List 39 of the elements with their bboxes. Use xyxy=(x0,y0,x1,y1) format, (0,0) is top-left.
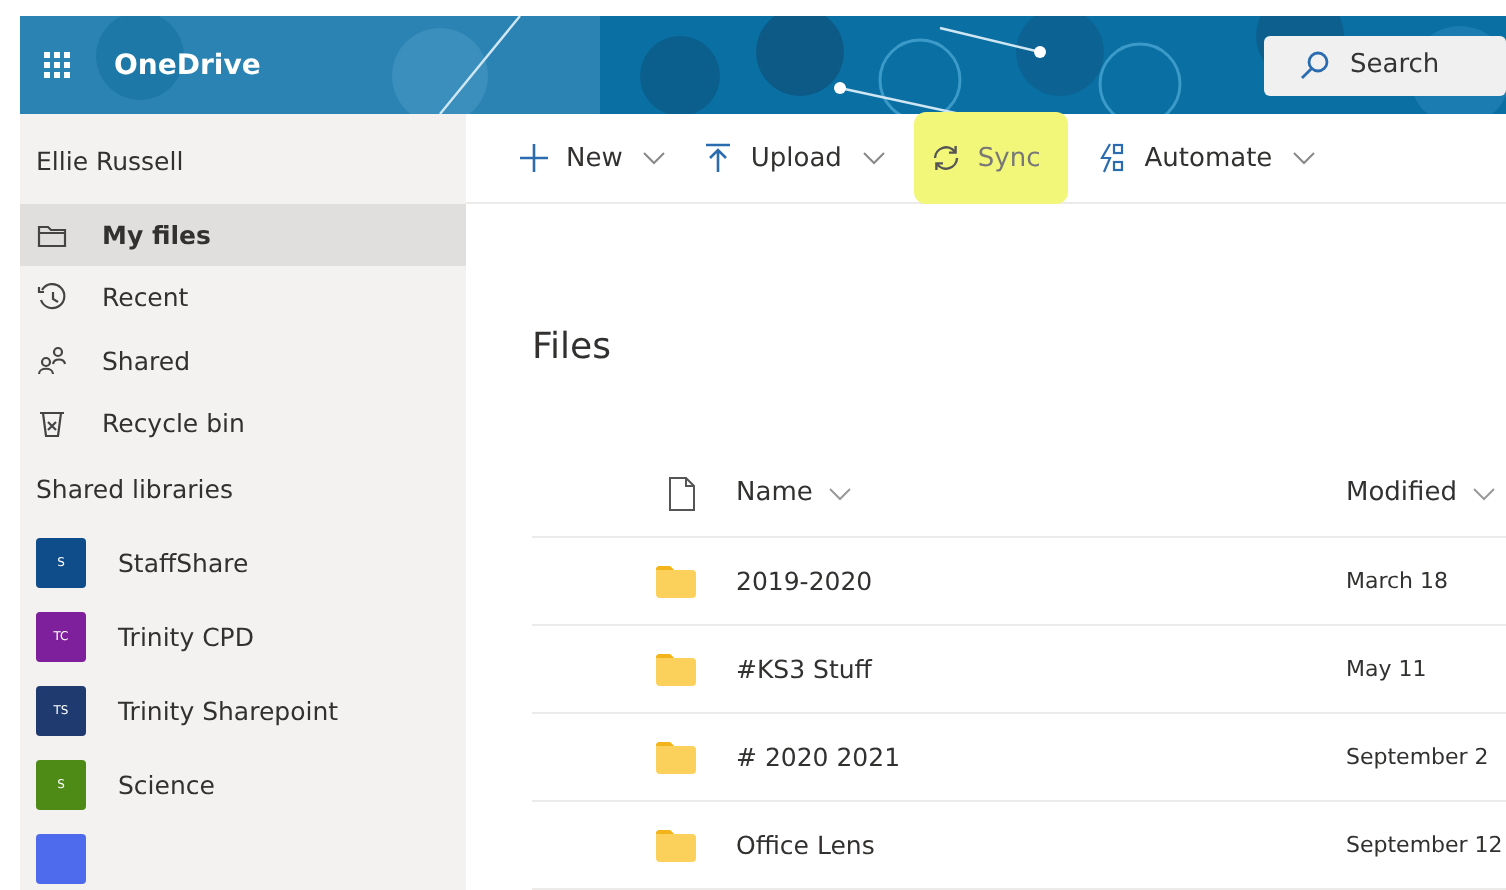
folder-icon xyxy=(656,741,696,773)
folder-icon xyxy=(656,829,696,861)
modified-date: May 11 xyxy=(1346,656,1429,682)
file-type-icon xyxy=(668,475,696,511)
nav-item[interactable]: Recent xyxy=(20,266,466,329)
app-launcher-icon[interactable] xyxy=(44,52,70,78)
sync-icon xyxy=(929,142,962,174)
modified-date: March 18 xyxy=(1346,568,1451,594)
folder-icon xyxy=(656,653,696,685)
chevron-down-icon xyxy=(1472,485,1497,501)
column-header[interactable]: Modified xyxy=(1346,478,1506,508)
column-header[interactable]: Name xyxy=(736,478,1346,508)
toolbar-button[interactable]: Upload xyxy=(694,122,894,194)
app-name[interactable]: OneDrive xyxy=(114,49,261,81)
nav-item[interactable]: My files xyxy=(20,204,466,267)
search-field[interactable]: Search xyxy=(1264,35,1506,95)
toolbar-button[interactable]: Automate xyxy=(1088,122,1325,194)
upload-icon xyxy=(702,142,735,174)
search-icon xyxy=(1298,49,1330,81)
flow-icon xyxy=(1096,142,1129,174)
clock-icon xyxy=(36,281,68,314)
file-name[interactable]: 2019-2020 xyxy=(736,566,1346,596)
toolbar-button[interactable]: Sync xyxy=(913,112,1069,204)
bin-icon xyxy=(36,406,68,439)
section-heading: Shared libraries xyxy=(34,472,235,508)
page-title: Files xyxy=(532,326,613,372)
plus-icon xyxy=(518,142,550,174)
file-name[interactable]: Office Lens xyxy=(736,830,1346,860)
user-name: Ellie Russell xyxy=(34,144,186,180)
people-icon xyxy=(36,344,68,377)
folder-icon xyxy=(656,565,696,597)
toolbar-button[interactable]: New xyxy=(510,122,675,194)
modified-date: September 2 xyxy=(1346,744,1491,770)
file-name[interactable]: # 2020 2021 xyxy=(736,742,1346,772)
nav-item[interactable]: Recycle bin xyxy=(20,391,466,454)
nav-item[interactable]: Shared xyxy=(20,329,466,392)
chevron-down-icon xyxy=(828,485,853,501)
modified-date: September 12 xyxy=(1346,832,1505,858)
file-name[interactable]: #KS3 Stuff xyxy=(736,654,1346,684)
